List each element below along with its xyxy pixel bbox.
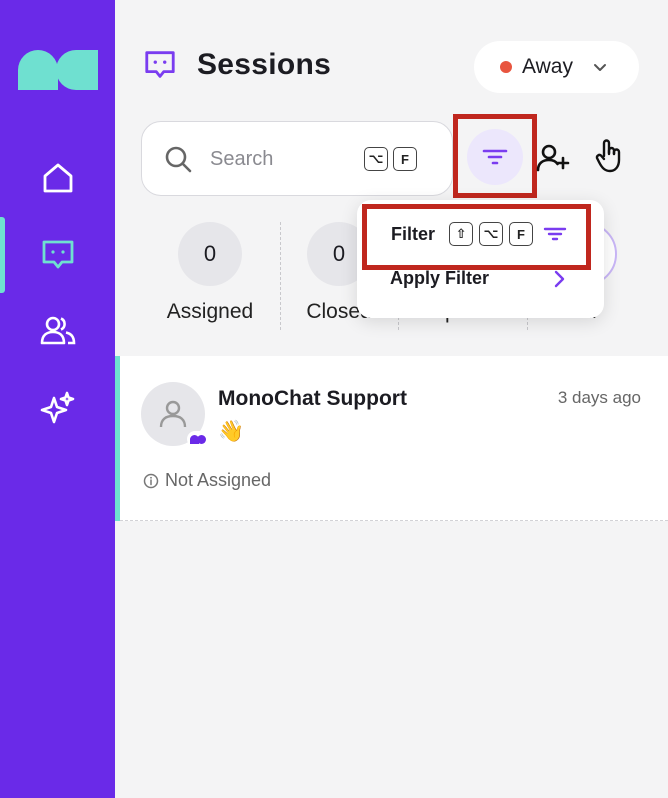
search-input[interactable] [210, 142, 360, 176]
search-shortcut: ⌥ F [364, 147, 417, 171]
sparkle-icon [40, 391, 74, 424]
session-last-message: 👋 [218, 420, 245, 443]
stat-assigned[interactable]: 0 Assigned [150, 222, 270, 324]
users-icon [40, 316, 75, 345]
filter-menu-item-apply[interactable]: Apply Filter [357, 268, 604, 289]
add-user-icon [536, 144, 570, 172]
page-title: Sessions [197, 48, 332, 81]
stat-count: 0 [178, 222, 242, 286]
chat-icon [145, 51, 175, 78]
search-box[interactable]: ⌥ F [141, 121, 453, 196]
session-assignment: Not Assigned [143, 470, 271, 491]
hand-icon [595, 139, 621, 173]
session-item[interactable]: MonoChat Support 3 days ago 👋 Not Assign… [115, 356, 668, 521]
assignment-label: Not Assigned [165, 470, 272, 490]
mono-logo[interactable] [18, 50, 98, 90]
sidebar [0, 0, 115, 798]
menu-item-label: Apply Filter [390, 268, 490, 288]
filter-icon [482, 149, 508, 165]
info-icon [143, 473, 159, 488]
sidebar-item-ai[interactable] [0, 380, 115, 436]
status-label: Away [522, 55, 573, 78]
sidebar-item-home[interactable] [0, 150, 115, 206]
stat-label: Assigned [166, 300, 254, 323]
home-icon [43, 163, 72, 193]
chevron-down-icon [593, 64, 606, 71]
filter-button[interactable] [467, 129, 523, 185]
status-dot [500, 61, 512, 73]
session-list: MonoChat Support 3 days ago 👋 Not Assign… [115, 356, 668, 521]
search-icon [165, 146, 192, 173]
mono-logo [190, 434, 206, 444]
add-user-button[interactable] [533, 138, 573, 178]
channel-badge [187, 431, 209, 447]
chevron-right-icon [554, 270, 565, 287]
kbd-f: F [393, 147, 417, 171]
kbd-option: ⌥ [364, 147, 388, 171]
chat-icon [42, 240, 73, 269]
grab-button[interactable] [589, 136, 629, 176]
main-panel: Sessions Away ⌥ F [115, 0, 668, 798]
filter-item-highlight [362, 204, 591, 270]
sidebar-item-contacts[interactable] [0, 302, 115, 358]
user-icon [159, 400, 187, 428]
session-name: MonoChat Support [218, 387, 407, 410]
sidebar-item-sessions[interactable] [0, 217, 115, 293]
status-selector[interactable]: Away [474, 41, 639, 93]
session-time: 3 days ago [557, 388, 641, 407]
